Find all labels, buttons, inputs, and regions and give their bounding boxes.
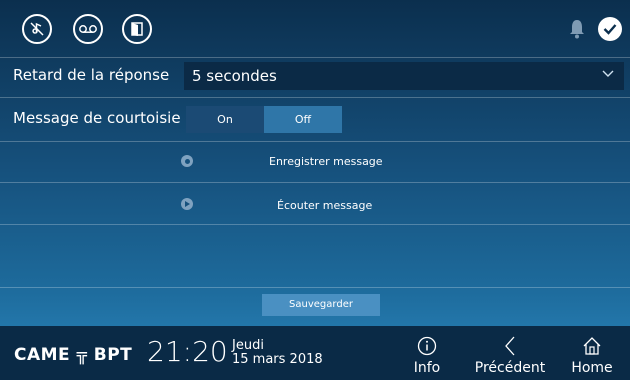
listen-message-label: Écouter message <box>277 199 373 212</box>
answer-delay-value: 5 secondes <box>192 67 277 85</box>
divider <box>0 287 630 288</box>
chevron-down-icon <box>602 70 614 77</box>
bell-icon <box>570 20 584 39</box>
door-open-icon[interactable] <box>122 14 152 44</box>
top-bar <box>0 0 630 58</box>
divider <box>0 182 630 183</box>
record-message-label: Enregistrer message <box>269 155 383 168</box>
courtesy-on-button[interactable]: On <box>186 106 264 133</box>
home-label: Home <box>571 360 613 376</box>
courtesy-message-label: Message de courtoisie <box>13 109 181 127</box>
record-icon <box>181 155 193 167</box>
previous-label: Précédent <box>474 360 546 376</box>
divider <box>0 141 630 142</box>
info-icon <box>417 336 437 356</box>
divider <box>0 224 630 225</box>
save-button[interactable]: Sauvegarder <box>262 294 380 316</box>
home-button[interactable]: Home <box>570 336 614 376</box>
previous-button[interactable]: Précédent <box>472 336 548 376</box>
play-icon <box>181 198 193 210</box>
intercom-screen: Retard de la réponse 5 secondes Message … <box>0 0 630 380</box>
clock-date: 15 mars 2018 <box>232 352 323 367</box>
clock-time: 21:20 <box>147 335 228 368</box>
divider <box>0 97 630 98</box>
footer-bar: CAME ╦ BPT 21:20 Jeudi 15 mars 2018 Info… <box>0 326 630 380</box>
info-button[interactable]: Info <box>411 336 443 376</box>
home-icon <box>583 337 601 355</box>
answer-delay-select[interactable]: 5 secondes <box>184 62 624 90</box>
voicemail-icon[interactable] <box>73 14 103 44</box>
check-icon <box>598 17 622 41</box>
courtesy-off-button[interactable]: Off <box>264 106 342 133</box>
answer-delay-label: Retard de la réponse <box>13 66 170 84</box>
chevron-left-icon <box>505 336 515 356</box>
clock-day: Jeudi <box>232 338 264 353</box>
info-label: Info <box>413 360 441 376</box>
brand-logo: CAME ╦ BPT <box>14 345 133 365</box>
divider <box>0 57 630 58</box>
mute-ringtone-icon[interactable] <box>22 14 52 44</box>
